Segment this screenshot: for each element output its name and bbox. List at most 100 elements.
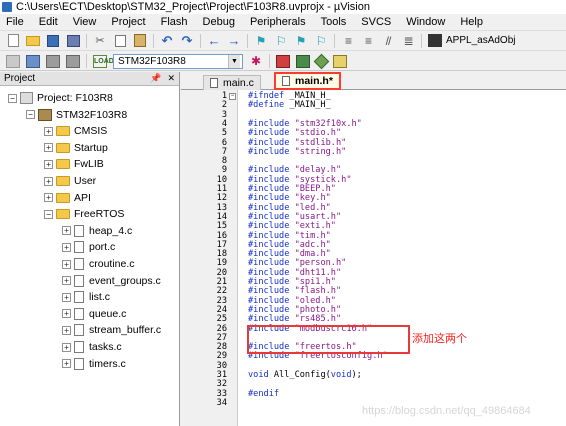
tree-file[interactable]: + list.c [62,289,110,305]
code-line: 9 #include "delay.h" [181,166,566,175]
uncomment-icon[interactable]: ≣ [401,34,415,48]
rebuild-icon[interactable] [46,54,60,68]
code-line: 5 #include "stdio.h" [181,129,566,138]
expand-icon[interactable]: + [44,159,53,169]
expand-icon[interactable]: + [44,143,53,153]
menu-item-debug[interactable]: Debug [203,16,235,28]
new-file-icon[interactable] [6,34,20,48]
menu-item-project[interactable]: Project [111,16,145,28]
undo-icon[interactable]: ↶ [160,33,174,48]
prev-bookmark-icon[interactable]: ⚐ [274,34,288,48]
file-icon [210,78,218,88]
menu-item-help[interactable]: Help [460,16,483,28]
copy-icon[interactable] [113,34,127,48]
expand-icon[interactable]: + [62,342,71,352]
pin-icon[interactable]: 📌 [150,73,161,84]
file-icon [74,357,84,370]
file-extensions-icon[interactable] [296,54,310,68]
tree-node-project[interactable]: − Project: F103R8 [8,90,113,106]
window-title: C:\Users\ECT\Desktop\STM32_Project\Proje… [16,1,370,13]
line-number: 12 [216,193,227,204]
clear-bookmarks-icon[interactable]: ⚐ [314,34,328,48]
tab-main-c[interactable]: main.c [203,75,261,90]
tree-file[interactable]: + stream_buffer.c [62,322,161,338]
open-folder-icon[interactable] [26,34,40,48]
tree-group-cmsis[interactable]: + CMSIS [44,123,107,139]
tree-file[interactable]: + event_groups.c [62,273,161,289]
code-line: 22 #include "flash.h" [181,287,566,296]
tree-group-fwlib[interactable]: + FwLIB [44,156,104,172]
navigate-forward-icon[interactable]: → [227,33,241,48]
expand-icon[interactable]: + [62,276,71,286]
close-icon[interactable]: ✕ [167,73,175,84]
tree-node-target[interactable]: − STM32F103R8 [26,107,127,123]
menu-item-view[interactable]: View [73,16,97,28]
tree-label: STM32F103R8 [56,108,128,121]
line-number: 7 [221,146,227,157]
unindent-icon[interactable]: ≡ [361,34,375,48]
toolbar-separator [334,33,335,48]
pack-installer-icon[interactable] [313,53,330,69]
config-label[interactable]: APPL_asAdObj [446,35,516,46]
expand-icon[interactable]: + [44,193,53,203]
collapse-icon[interactable]: − [44,209,53,219]
code-token: #include [248,146,290,157]
code-token: #define [248,100,285,111]
cut-icon[interactable]: ✂ [93,34,107,48]
paste-icon[interactable] [133,34,147,48]
code-line: 16 #include "tim.h" [181,231,566,241]
tree-file[interactable]: + tasks.c [62,339,122,355]
expand-icon[interactable]: + [62,226,71,236]
menu-item-edit[interactable]: Edit [39,16,58,28]
next-bookmark-icon[interactable]: ⚑ [294,34,308,48]
comment-icon[interactable]: // [381,34,395,48]
target-options-icon[interactable]: ✱ [249,54,263,68]
translate-icon[interactable] [6,54,20,68]
redo-icon[interactable]: ↷ [180,33,194,48]
indent-icon[interactable]: ≡ [341,34,355,48]
code-editor[interactable]: 1 #ifndef _MAIN_H_ 2 #define _MAIN_H_ 3 4 #inc… [181,90,566,426]
tree-file[interactable]: + port.c [62,239,115,255]
expand-icon[interactable]: + [62,242,71,252]
menu-item-svcs[interactable]: SVCS [361,16,391,28]
config-wizard-icon[interactable] [428,34,442,47]
manage-components-icon[interactable] [276,54,290,68]
build-icon[interactable] [26,54,40,68]
tree-label: timers.c [89,357,126,370]
fold-marker-icon[interactable]: − [229,93,236,100]
expand-icon[interactable]: + [44,176,53,186]
tree-group-api[interactable]: + API [44,190,91,206]
expand-icon[interactable]: + [62,325,71,335]
collapse-icon[interactable]: − [8,93,17,103]
menu-item-peripherals[interactable]: Peripherals [250,16,306,28]
code-line: 6 #include "stdlib.h" [181,138,566,148]
menu-item-window[interactable]: Window [406,16,445,28]
tree-group-user[interactable]: + User [44,173,96,189]
menu-item-file[interactable]: File [6,16,24,28]
tab-main-h[interactable]: main.h* [274,72,341,90]
chevron-down-icon[interactable]: ▼ [228,54,240,68]
collapse-icon[interactable]: − [26,110,35,120]
expand-icon[interactable]: + [62,309,71,319]
tree-file[interactable]: + timers.c [62,356,126,372]
tree-file[interactable]: + queue.c [62,306,126,322]
save-icon[interactable] [46,34,60,48]
load-download-icon[interactable]: LOAD [93,54,114,68]
select-packs-icon[interactable] [333,54,347,68]
tree-group-startup[interactable]: + Startup [44,140,108,156]
tree-group-freertos[interactable]: − FreeRTOS [44,206,124,222]
menu-item-flash[interactable]: Flash [161,16,188,28]
expand-icon[interactable]: + [62,259,71,269]
code-line: 31 void All_Config(void); [181,371,566,380]
bookmark-icon[interactable]: ⚑ [254,34,268,48]
expand-icon[interactable]: + [44,126,53,136]
expand-icon[interactable]: + [62,292,71,302]
menu-item-tools[interactable]: Tools [321,16,347,28]
save-all-icon[interactable] [66,34,80,48]
expand-icon[interactable]: + [62,359,71,369]
tree-file[interactable]: + heap_4.c [62,223,132,239]
batch-build-icon[interactable] [66,54,80,68]
navigate-back-icon[interactable]: ← [207,33,221,48]
target-select[interactable]: STM32F103R8 ▼ [113,53,243,69]
tree-file[interactable]: + croutine.c [62,256,135,272]
